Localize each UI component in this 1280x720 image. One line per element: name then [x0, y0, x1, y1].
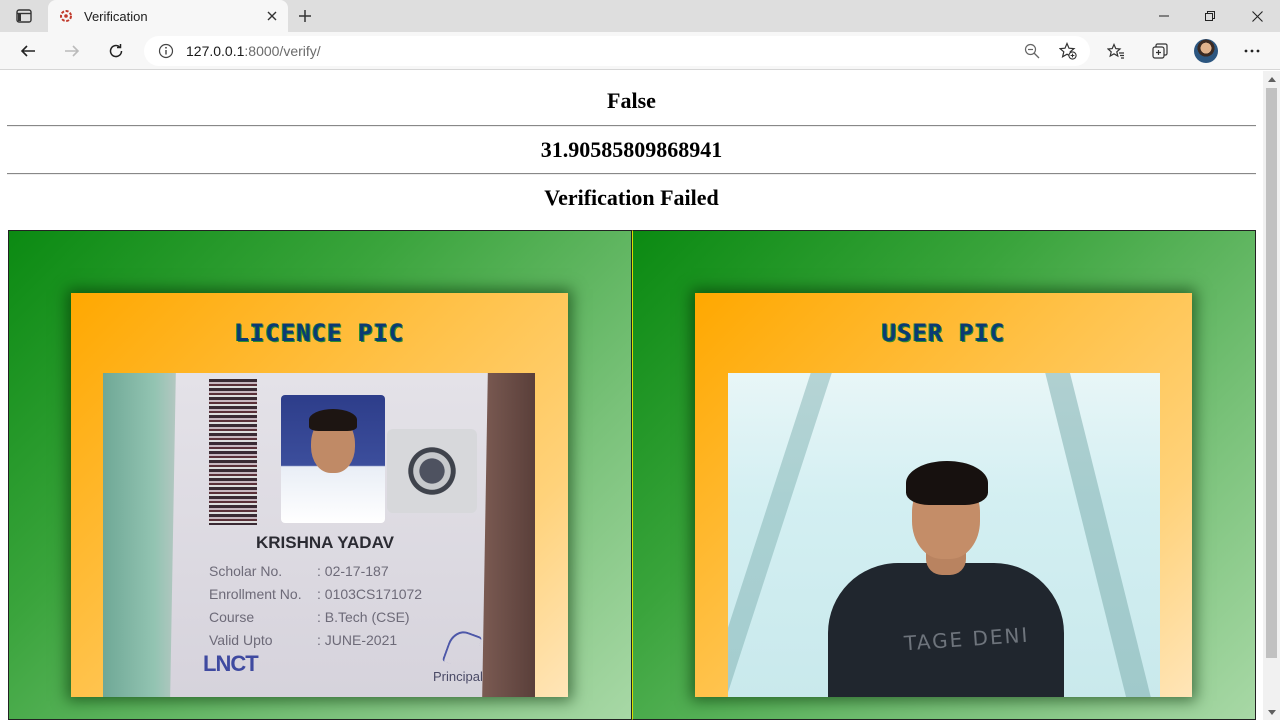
scroll-down-icon[interactable] [1263, 704, 1280, 720]
id-name: KRISHNA YADAV [256, 533, 394, 552]
id-row-key: Valid Upto [209, 632, 273, 648]
favorites-icon[interactable] [1100, 35, 1132, 67]
site-info-icon[interactable] [158, 43, 174, 59]
hologram-seal [387, 429, 477, 513]
licence-pic-title: LICENCE PIC [234, 319, 405, 347]
profile-avatar[interactable] [1194, 39, 1218, 63]
page-content: False 31.90585809868941 Verification Fai… [0, 71, 1263, 720]
forward-icon[interactable] [56, 35, 88, 67]
more-options-icon[interactable] [1236, 35, 1268, 67]
id-row-value: : JUNE-2021 [317, 632, 398, 648]
url-text: 127.0.0.1:8000/verify/ [186, 43, 321, 59]
page-scrollbar[interactable] [1263, 71, 1280, 720]
id-row-scholar: Scholar No. : 02-17-187 [209, 563, 389, 579]
principal-label: Principal [433, 669, 483, 684]
id-row-value: : B.Tech (CSE) [317, 609, 410, 625]
add-favorite-icon[interactable] [1056, 39, 1080, 63]
new-tab-button[interactable] [293, 4, 317, 28]
id-row-key: Scholar No. [209, 563, 283, 579]
minimize-icon[interactable] [1141, 0, 1187, 32]
url-path: :8000/verify/ [244, 43, 321, 59]
tab-verification[interactable]: Verification [48, 0, 288, 32]
id-row-course: Course : B.Tech (CSE) [209, 609, 410, 625]
id-row-key: Course [209, 609, 255, 625]
user-photo: TAGE DENI [728, 373, 1160, 697]
tab-actions-icon[interactable] [12, 6, 36, 26]
licence-card: LICENCE PIC KRISHNA YADAV Scholar No. : 0… [71, 293, 568, 697]
refresh-icon[interactable] [100, 35, 132, 67]
zoom-out-icon[interactable] [1020, 39, 1044, 63]
licence-photo: KRISHNA YADAV Scholar No. : 02-17-187 Enr… [103, 373, 535, 697]
divider [7, 173, 1256, 175]
tab-title: Verification [84, 8, 148, 24]
url-host: 127.0.0.1 [186, 43, 245, 59]
collections-icon[interactable] [1144, 35, 1176, 67]
user-pic-title: USER PIC [881, 319, 1006, 347]
licence-panel: LICENCE PIC KRISHNA YADAV Scholar No. : 0… [8, 230, 632, 720]
address-bar[interactable]: 127.0.0.1:8000/verify/ [144, 36, 1090, 66]
lnct-logo: LNCT [203, 651, 259, 676]
scrollbar-thumb[interactable] [1266, 88, 1277, 658]
close-tab-icon[interactable] [260, 4, 284, 28]
id-row-value: : 0103CS171072 [317, 586, 423, 602]
user-panel: USER PIC TAGE DENI [632, 230, 1256, 720]
divider [7, 125, 1256, 127]
id-row-key: Enrollment No. [209, 586, 302, 602]
verification-status: Verification Failed [544, 185, 719, 210]
favicon-icon [58, 8, 74, 24]
barcode-graphic [209, 379, 257, 525]
browser-toolbar: 127.0.0.1:8000/verify/ [0, 32, 1280, 70]
user-card: USER PIC TAGE DENI [695, 293, 1192, 697]
id-portrait [281, 395, 385, 523]
id-row-valid: Valid Upto : JUNE-2021 [209, 632, 397, 648]
close-window-icon[interactable] [1234, 0, 1280, 32]
distance-value: 31.90585809868941 [540, 137, 723, 162]
title-bar: Verification [0, 0, 1280, 32]
match-result: False [607, 88, 656, 113]
restore-icon[interactable] [1187, 0, 1233, 32]
id-row-value: : 02-17-187 [317, 563, 389, 579]
scroll-up-icon[interactable] [1263, 71, 1280, 87]
id-row-enrollment: Enrollment No. : 0103CS171072 [209, 586, 422, 602]
back-icon[interactable] [12, 35, 44, 67]
